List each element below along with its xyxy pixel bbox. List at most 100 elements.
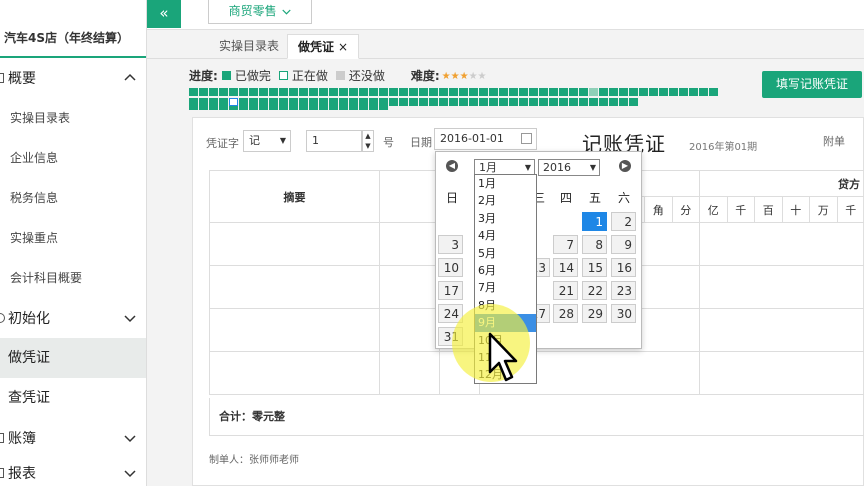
calendar-day[interactable]: 17 bbox=[438, 281, 463, 300]
progress-cell[interactable] bbox=[349, 88, 358, 96]
calendar-day[interactable]: 22 bbox=[582, 281, 607, 300]
progress-cell[interactable] bbox=[309, 98, 318, 106]
next-month-icon[interactable]: ▶ bbox=[619, 160, 631, 172]
progress-cell[interactable] bbox=[379, 98, 388, 106]
calendar-day[interactable]: 14 bbox=[553, 258, 578, 277]
progress-cell[interactable] bbox=[579, 98, 588, 106]
progress-cell[interactable] bbox=[569, 98, 578, 106]
industry-dropdown[interactable]: 商贸零售 bbox=[208, 0, 312, 24]
progress-cell[interactable] bbox=[679, 88, 688, 96]
fill-voucher-button[interactable]: 填写记账凭证 bbox=[762, 71, 862, 98]
collapse-sidebar-button[interactable]: « bbox=[147, 0, 181, 28]
progress-cell[interactable] bbox=[629, 88, 638, 96]
calendar-day[interactable]: 16 bbox=[611, 258, 636, 277]
progress-cell[interactable] bbox=[529, 88, 538, 96]
progress-cell[interactable] bbox=[549, 88, 558, 96]
sidebar-item-company-info[interactable]: 企业信息 bbox=[0, 138, 146, 178]
month-option[interactable]: 1月 bbox=[475, 175, 536, 192]
date-input[interactable]: 2016-01-01 bbox=[434, 128, 537, 150]
progress-cell[interactable] bbox=[249, 98, 258, 106]
progress-cell[interactable] bbox=[619, 88, 628, 96]
progress-cell[interactable] bbox=[589, 88, 598, 96]
progress-cell[interactable] bbox=[199, 88, 208, 96]
progress-cell[interactable] bbox=[259, 88, 268, 96]
progress-cell[interactable] bbox=[539, 98, 548, 106]
progress-cell[interactable] bbox=[279, 88, 288, 96]
progress-cell[interactable] bbox=[329, 88, 338, 96]
progress-cell[interactable] bbox=[449, 88, 458, 96]
voucher-number-input[interactable]: 1 bbox=[306, 130, 362, 152]
progress-cell[interactable] bbox=[429, 88, 438, 96]
progress-cell[interactable] bbox=[439, 88, 448, 96]
progress-cell[interactable] bbox=[339, 88, 348, 96]
progress-cell[interactable] bbox=[269, 98, 278, 106]
prev-month-icon[interactable]: ◀ bbox=[446, 160, 458, 172]
progress-cell[interactable] bbox=[299, 88, 308, 96]
progress-cell[interactable] bbox=[559, 98, 568, 106]
progress-cell[interactable] bbox=[349, 98, 358, 106]
calendar-day[interactable]: 29 bbox=[582, 304, 607, 323]
progress-cell[interactable] bbox=[439, 98, 448, 106]
progress-cell[interactable] bbox=[189, 88, 198, 96]
calendar-day[interactable]: 7 bbox=[553, 235, 578, 254]
progress-cell[interactable] bbox=[419, 98, 428, 106]
year-select[interactable]: 2016 ▼ bbox=[538, 159, 600, 176]
progress-cell[interactable] bbox=[549, 98, 558, 106]
sidebar-item-make-voucher[interactable]: 做凭证 bbox=[0, 338, 146, 378]
close-icon[interactable]: × bbox=[338, 40, 348, 54]
progress-cell[interactable] bbox=[449, 98, 458, 106]
progress-cell[interactable] bbox=[669, 88, 678, 96]
progress-cell[interactable] bbox=[629, 98, 638, 106]
progress-cell[interactable] bbox=[539, 88, 548, 96]
progress-cell[interactable] bbox=[229, 98, 238, 106]
calendar-day[interactable]: 28 bbox=[553, 304, 578, 323]
calendar-day[interactable]: 9 bbox=[611, 235, 636, 254]
progress-cell[interactable] bbox=[529, 98, 538, 106]
progress-cell[interactable] bbox=[249, 88, 258, 96]
progress-cell[interactable] bbox=[479, 98, 488, 106]
progress-cell[interactable] bbox=[609, 98, 618, 106]
calendar-day[interactable]: 1 bbox=[582, 212, 607, 231]
progress-cell[interactable] bbox=[699, 88, 708, 96]
progress-cell[interactable] bbox=[709, 88, 718, 96]
progress-cell[interactable] bbox=[319, 98, 328, 106]
tab-make-voucher[interactable]: 做凭证 × bbox=[287, 34, 360, 59]
voucher-word-select[interactable]: 记 ▼ bbox=[243, 130, 291, 152]
progress-cell[interactable] bbox=[429, 98, 438, 106]
progress-cell[interactable] bbox=[289, 88, 298, 96]
progress-cell[interactable] bbox=[289, 98, 298, 106]
month-option[interactable]: 4月 bbox=[475, 227, 536, 244]
progress-cell[interactable] bbox=[649, 88, 658, 96]
progress-cell[interactable] bbox=[309, 88, 318, 96]
progress-cell[interactable] bbox=[499, 98, 508, 106]
progress-cell[interactable] bbox=[329, 98, 338, 106]
progress-cell[interactable] bbox=[689, 88, 698, 96]
month-option[interactable]: 7月 bbox=[475, 279, 536, 296]
tab-catalog[interactable]: 实操目录表 bbox=[209, 34, 289, 59]
progress-cell[interactable] bbox=[239, 88, 248, 96]
nav-group-ledger[interactable]: 账簿 bbox=[0, 418, 146, 458]
calendar-day[interactable]: 8 bbox=[582, 235, 607, 254]
nav-group-init[interactable]: 初始化 bbox=[0, 298, 146, 338]
progress-cell[interactable] bbox=[589, 98, 598, 106]
progress-cell[interactable] bbox=[339, 98, 348, 106]
progress-cell[interactable] bbox=[519, 98, 528, 106]
progress-cell[interactable] bbox=[259, 98, 268, 106]
progress-cell[interactable] bbox=[219, 88, 228, 96]
progress-cell[interactable] bbox=[409, 98, 418, 106]
month-option[interactable]: 6月 bbox=[475, 262, 536, 279]
progress-cell[interactable] bbox=[379, 88, 388, 96]
month-option[interactable]: 2月 bbox=[475, 192, 536, 209]
progress-cell[interactable] bbox=[239, 98, 248, 106]
progress-cell[interactable] bbox=[569, 88, 578, 96]
calendar-day[interactable]: 23 bbox=[611, 281, 636, 300]
progress-cell[interactable] bbox=[269, 88, 278, 96]
calendar-day[interactable]: 15 bbox=[582, 258, 607, 277]
progress-cell[interactable] bbox=[229, 88, 238, 96]
progress-cell[interactable] bbox=[509, 98, 518, 106]
progress-cell[interactable] bbox=[209, 88, 218, 96]
progress-cell[interactable] bbox=[499, 88, 508, 96]
progress-cell[interactable] bbox=[469, 88, 478, 96]
progress-cell[interactable] bbox=[389, 98, 398, 106]
nav-group-overview[interactable]: 概要 bbox=[0, 58, 146, 98]
